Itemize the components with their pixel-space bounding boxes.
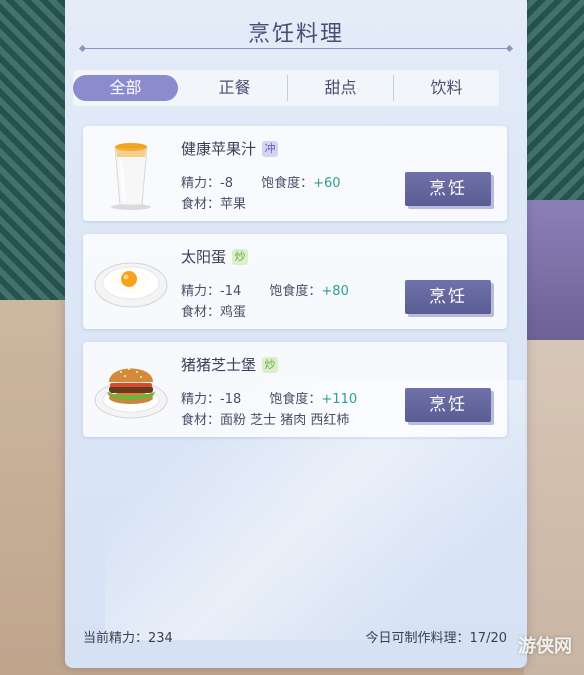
satiety-value: +80 — [321, 284, 349, 299]
title-divider — [83, 48, 509, 49]
tab-all[interactable]: 全部 — [73, 75, 178, 101]
recipe-ingredients: 食材：面粉 芝士 猪肉 西红柿 — [181, 409, 349, 428]
recipe-name-text: 猪猪芝士堡 — [181, 356, 257, 374]
recipe-ingredients: 食材：苹果 — [181, 193, 246, 212]
recipe-method-tag: 冲 — [262, 140, 279, 157]
recipe-name: 猪猪芝士堡 炒 — [181, 354, 279, 375]
background-wall-right — [524, 0, 584, 200]
ingredients-label: 食材： — [181, 413, 221, 428]
site-watermark: 游侠网 — [518, 636, 572, 657]
satiety-value: +60 — [313, 176, 341, 191]
satiety-value: +110 — [321, 392, 358, 407]
satiety-label: 饱食度： — [269, 392, 322, 407]
tab-drinks[interactable]: 饮料 — [394, 75, 499, 101]
cook-button[interactable]: 烹饪 — [405, 388, 491, 422]
recipe-stats: 精力：-8 饱食度：+60 — [181, 172, 341, 191]
recipe-card: 健康苹果汁 冲 精力：-8 饱食度：+60 食材：苹果 烹饪 — [83, 126, 507, 221]
current-stamina: 当前精力：234 — [83, 627, 173, 646]
ingredients-value: 苹果 — [220, 197, 247, 212]
background-wall-left — [0, 0, 70, 300]
fried-egg-icon — [91, 240, 171, 322]
recipe-ingredients: 食材：鸡蛋 — [181, 301, 246, 320]
daily-cooking-limit: 今日可制作料理：17/20 — [366, 627, 507, 646]
recipe-card: 太阳蛋 炒 精力：-14 饱食度：+80 食材：鸡蛋 烹饪 — [83, 234, 507, 329]
stamina-value: -8 — [220, 176, 233, 191]
stamina-label: 精力： — [181, 284, 221, 299]
tab-main-course[interactable]: 正餐 — [182, 75, 288, 101]
daily-limit-value: 17/20 — [469, 631, 507, 646]
panel-title: 烹饪料理 — [247, 22, 344, 47]
ingredients-value: 面粉 芝士 猪肉 西红柿 — [220, 413, 350, 428]
stamina-value: -18 — [220, 392, 242, 407]
ingredients-value: 鸡蛋 — [220, 305, 247, 320]
stamina-label: 精力： — [181, 392, 221, 407]
stamina-value: -14 — [220, 284, 242, 299]
recipe-stats: 精力：-14 饱食度：+80 — [181, 280, 349, 299]
recipe-name: 健康苹果汁 冲 — [181, 138, 279, 159]
recipe-name: 太阳蛋 炒 — [181, 246, 249, 267]
satiety-label: 饱食度： — [269, 284, 322, 299]
category-tabs: 全部 正餐 甜点 饮料 — [73, 70, 499, 106]
background-furniture — [524, 200, 584, 340]
stamina-label: 精力： — [181, 176, 221, 191]
recipe-card: 猪猪芝士堡 炒 精力：-18 饱食度：+110 食材：面粉 芝士 猪肉 西红柿 … — [83, 342, 507, 437]
recipe-stats: 精力：-18 饱食度：+110 — [181, 388, 357, 407]
satiety-label: 饱食度： — [261, 176, 314, 191]
recipe-name-text: 健康苹果汁 — [181, 140, 257, 158]
ingredients-label: 食材： — [181, 197, 221, 212]
background-floor-right — [524, 340, 584, 675]
ingredients-label: 食材： — [181, 305, 221, 320]
burger-icon — [91, 348, 171, 430]
current-stamina-label: 当前精力： — [83, 631, 149, 646]
daily-limit-label: 今日可制作料理： — [365, 631, 470, 646]
cook-button[interactable]: 烹饪 — [405, 172, 491, 206]
juice-cup-icon — [91, 132, 171, 214]
recipe-method-tag: 炒 — [232, 248, 249, 265]
current-stamina-value: 234 — [148, 631, 173, 646]
recipe-method-tag: 炒 — [262, 356, 279, 373]
cooking-panel: 烹饪料理 全部 正餐 甜点 饮料 健康苹果汁 冲 精力：-8 饱食度：+60 食 — [65, 0, 527, 668]
tab-dessert[interactable]: 甜点 — [288, 75, 394, 101]
recipe-name-text: 太阳蛋 — [181, 248, 227, 266]
cook-button[interactable]: 烹饪 — [405, 280, 491, 314]
